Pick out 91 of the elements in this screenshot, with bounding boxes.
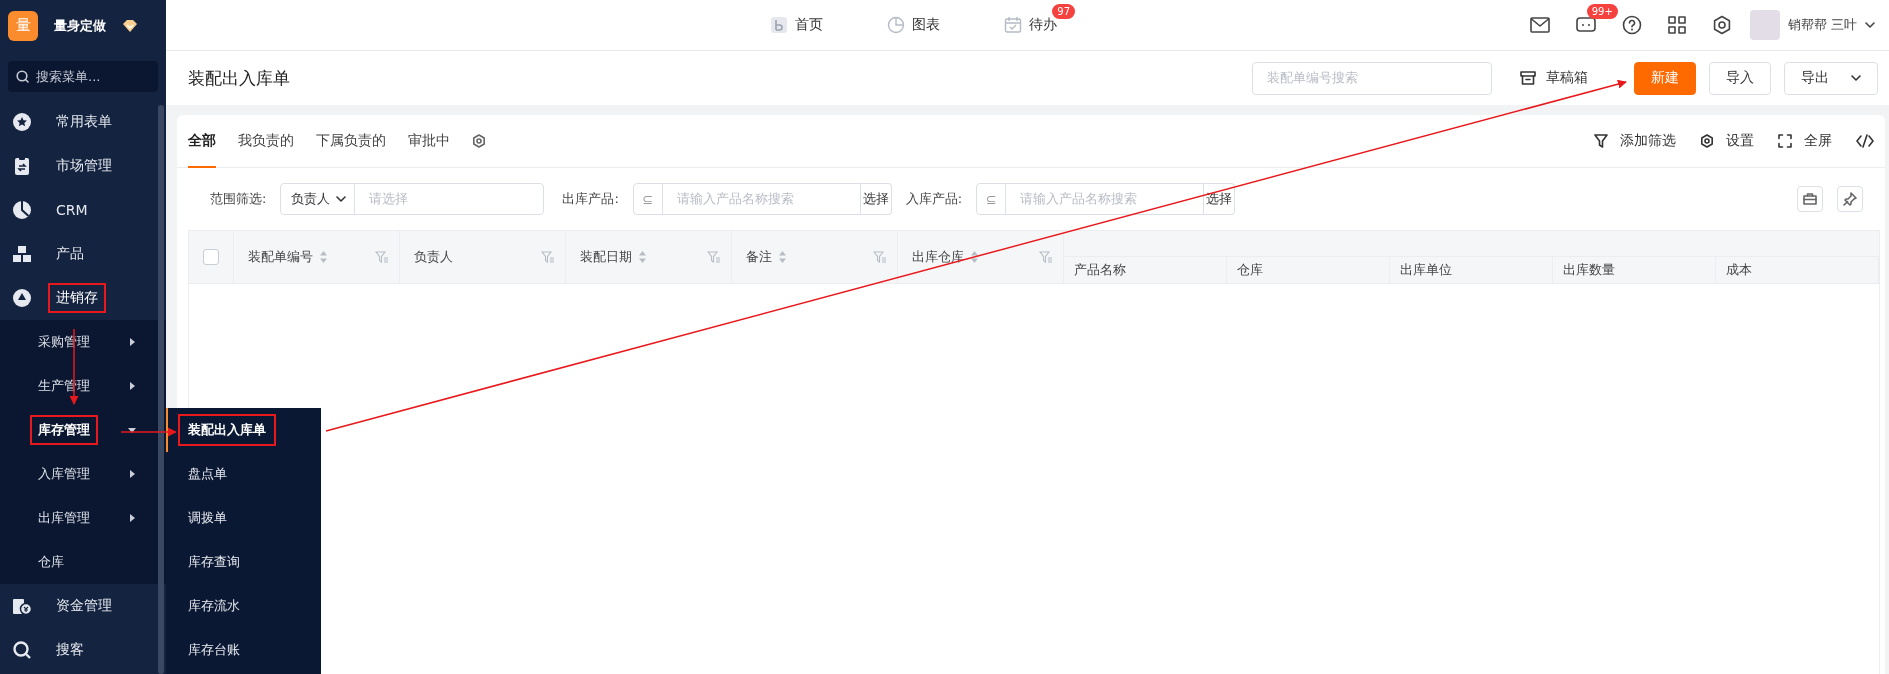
toolbox-icon [1803, 193, 1817, 205]
diamond-icon [122, 18, 138, 33]
chat-icon[interactable] [1575, 16, 1596, 34]
filter-label: 范围筛选: [210, 190, 267, 208]
sidebar-item[interactable]: 产品 [0, 232, 166, 276]
money-icon [12, 596, 32, 616]
caret-icon [128, 382, 136, 390]
submenu-item[interactable]: 库存台账 [166, 628, 321, 672]
select-all-checkbox[interactable] [203, 249, 219, 265]
logo-icon [770, 16, 788, 34]
sidebar-item[interactable]: CRM [0, 188, 166, 232]
sidebar-item[interactable]: 进销存 [0, 276, 166, 320]
toolbox-button[interactable] [1797, 186, 1823, 212]
tab[interactable]: 下属负责的 [316, 115, 386, 168]
submenu-item[interactable]: 库存查询 [166, 540, 321, 584]
pie-chart-icon [12, 200, 32, 220]
mail-icon[interactable] [1529, 17, 1550, 33]
caret-icon [128, 514, 136, 522]
nav-link[interactable]: 待办 97 [1004, 4, 1075, 36]
drafts-button[interactable]: 草稿箱 [1520, 69, 1588, 87]
user-name[interactable]: 销帮帮 三叶 [1787, 16, 1857, 34]
calendar-icon [1004, 16, 1022, 34]
annotation-arrow [120, 427, 177, 437]
select-button[interactable]: 选择 [860, 183, 892, 215]
pin-icon [1843, 192, 1857, 206]
tab[interactable]: 全部 [188, 115, 216, 168]
caret-icon [128, 426, 136, 434]
code-icon[interactable] [1856, 134, 1874, 148]
action-button[interactable]: 导入 [1709, 61, 1771, 95]
sidebar-item[interactable]: 市场管理 [0, 144, 166, 188]
fullscreen-icon [1778, 134, 1792, 148]
submenu-item[interactable]: 入库管理 [0, 452, 166, 496]
caret-icon [128, 338, 136, 346]
scrollbar[interactable] [158, 105, 164, 674]
submenu-item[interactable]: 库存管理 [0, 408, 166, 452]
archive-box-icon [1520, 71, 1536, 85]
chevron-down-icon[interactable] [1865, 22, 1875, 28]
tab[interactable]: 审批中 [408, 115, 450, 168]
sidebar-item[interactable]: 资金管理 [0, 584, 166, 628]
search-icon [16, 70, 29, 83]
pie-chart-icon [887, 16, 905, 34]
search-icon [12, 640, 32, 660]
page-title: 装配出入库单 [188, 66, 290, 90]
select-button[interactable]: 选择 [1204, 183, 1236, 215]
column-header: 产品名称 [1074, 261, 1126, 279]
tab[interactable]: 我负责的 [238, 115, 294, 168]
count-badge: 97 [1052, 4, 1075, 19]
scope-filter-field[interactable]: 负责人 请选择 [280, 183, 545, 215]
brand-name: 量身定做 [54, 16, 106, 35]
cycle-icon [12, 288, 32, 308]
chevron-down-icon [1851, 75, 1861, 81]
column-header: 负责人 [414, 248, 453, 266]
column-header: 成本 [1726, 261, 1752, 279]
column-header: 出库单位 [1400, 261, 1452, 279]
toolbar-button[interactable]: 设置 [1700, 132, 1754, 150]
app-logo: 量 [8, 10, 38, 41]
column-header: 出库仓库 [912, 248, 964, 266]
submenu-item[interactable]: 调拨单 [166, 496, 321, 540]
nav-link[interactable]: 图表 [887, 4, 958, 36]
settings-icon [1700, 134, 1714, 148]
filter-label: 入库产品: [905, 190, 963, 208]
dropdown-button[interactable]: 导出 [1784, 61, 1878, 95]
caret-icon [128, 470, 136, 478]
help-icon[interactable] [1621, 15, 1642, 35]
clipboard-icon [12, 156, 32, 176]
count-badge: 99+ [1586, 4, 1618, 19]
sidebar-item[interactable]: 常用表单 [0, 100, 166, 144]
submenu-item[interactable]: 出库管理 [0, 496, 166, 540]
submenu-item[interactable]: 库存流水 [166, 584, 321, 628]
submenu-item[interactable]: 盘点单 [166, 452, 321, 496]
column-header: 备注 [746, 248, 772, 266]
filter-icon [1594, 134, 1608, 148]
pin-button[interactable] [1837, 186, 1863, 212]
column-header: 仓库 [1237, 261, 1263, 279]
column-header: 装配单编号 [248, 248, 313, 266]
settings-icon[interactable] [472, 134, 486, 148]
column-header: 装配日期 [580, 248, 632, 266]
chevron-down-icon [336, 196, 347, 202]
sidebar-item[interactable]: 搜客 [0, 628, 166, 672]
grid-icon[interactable] [1667, 16, 1686, 34]
menu-search-field[interactable]: 搜索菜单... [8, 61, 158, 92]
submenu-item[interactable]: 仓库 [0, 540, 166, 584]
submenu-item[interactable]: 装配出入库单 [166, 408, 321, 452]
filter-label: 出库产品: [562, 190, 619, 208]
toolbar-button[interactable]: 全屏 [1778, 132, 1832, 150]
sort-icon[interactable] [970, 250, 979, 264]
toolbar-button[interactable]: 添加筛选 [1594, 132, 1676, 150]
nav-link[interactable]: 首页 [770, 4, 841, 36]
column-header: 出库数量 [1563, 261, 1615, 279]
boxes-icon [12, 244, 32, 264]
settings-icon[interactable] [1711, 15, 1732, 35]
